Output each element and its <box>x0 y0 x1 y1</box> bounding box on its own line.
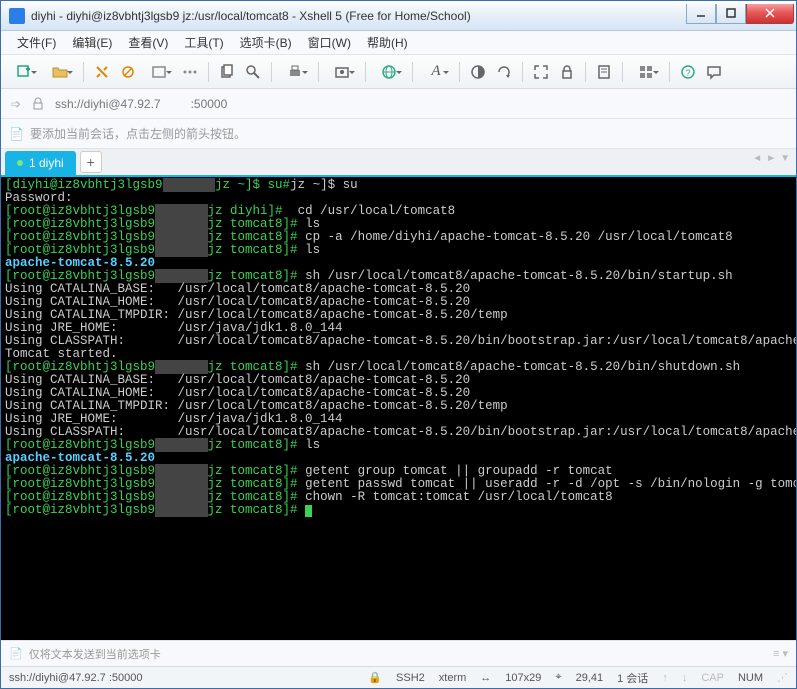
tab-prev-button[interactable]: ◄ <box>752 153 762 164</box>
globe-button[interactable] <box>372 60 406 84</box>
connect-button[interactable] <box>90 60 114 84</box>
address-input[interactable] <box>51 93 790 115</box>
compose-icon: 📄 <box>9 647 23 660</box>
properties-button[interactable] <box>178 60 202 84</box>
hint-bar: 📄 要添加当前会话，点击左侧的箭头按钮。 <box>1 119 796 149</box>
status-sessions: 1 会话 <box>617 670 648 686</box>
close-button[interactable] <box>746 4 794 24</box>
refresh-button[interactable] <box>492 60 516 84</box>
separator <box>412 62 413 82</box>
log-button[interactable] <box>592 60 616 84</box>
new-session-button[interactable] <box>7 60 41 84</box>
window-title: diyhi - diyhi@iz8vbhtj3lgsb9 jz:/usr/loc… <box>31 9 686 23</box>
help-button[interactable]: ? <box>676 60 700 84</box>
status-size-icon: ↔ <box>480 672 491 684</box>
color-scheme-button[interactable] <box>466 60 490 84</box>
menu-help[interactable]: 帮助(H) <box>361 32 414 53</box>
disconnect-button[interactable] <box>116 60 140 84</box>
resize-grip[interactable]: ⋰ <box>777 671 788 684</box>
menu-view[interactable]: 查看(V) <box>122 32 174 53</box>
new-tab-button[interactable]: + <box>80 151 102 173</box>
separator <box>459 62 460 82</box>
toolbar: A ? <box>1 55 796 89</box>
session-tab[interactable]: 1 diyhi <box>5 151 76 175</box>
copy-button[interactable] <box>215 60 239 84</box>
status-cursor: 29,41 <box>576 672 604 684</box>
menu-tabs[interactable]: 选项卡(B) <box>234 32 298 53</box>
tab-label: 1 diyhi <box>29 156 64 170</box>
status-connection: ssh://diyhi@47.92.7 :50000 <box>9 672 142 684</box>
hint-text: 要添加当前会话，点击左侧的箭头按钮。 <box>30 125 246 142</box>
status-up-icon: ↑ <box>662 672 668 684</box>
terminal[interactable]: [diyhi@iz8vbhtj3lgsb9 jz ~]$ su#jz ~]$ s… <box>1 177 796 640</box>
menu-edit[interactable]: 编辑(E) <box>66 32 118 53</box>
separator <box>83 62 84 82</box>
address-bar: ➩ <box>1 89 796 119</box>
compose-bar: 📄 仅将文本发送到当前选项卡 ≡ ▾ <box>1 640 796 666</box>
minimize-button[interactable] <box>686 4 716 24</box>
lock-button[interactable] <box>555 60 579 84</box>
separator <box>318 62 319 82</box>
menu-window[interactable]: 窗口(W) <box>302 32 357 53</box>
tab-list-button[interactable]: ▼ <box>780 153 790 164</box>
menubar: 文件(F) 编辑(E) 查看(V) 工具(T) 选项卡(B) 窗口(W) 帮助(… <box>1 31 796 55</box>
separator <box>365 62 366 82</box>
maximize-button[interactable] <box>716 4 746 24</box>
font-button[interactable]: A <box>419 60 453 84</box>
status-num: NUM <box>738 672 763 684</box>
compose-menu-button[interactable]: ≡ ▾ <box>773 647 788 660</box>
status-size: 107x29 <box>505 672 541 684</box>
status-lock-icon: 🔒 <box>368 671 382 684</box>
menu-file[interactable]: 文件(F) <box>11 32 62 53</box>
status-down-icon: ↓ <box>682 672 688 684</box>
print-button[interactable] <box>278 60 312 84</box>
separator <box>208 62 209 82</box>
fullscreen-button[interactable] <box>529 60 553 84</box>
status-dot-icon <box>17 160 23 166</box>
feedback-button[interactable] <box>702 60 726 84</box>
tab-bar: 1 diyhi + ◄ ► ▼ <box>1 149 796 177</box>
separator <box>522 62 523 82</box>
lock-icon <box>31 97 45 111</box>
find-button[interactable] <box>241 60 265 84</box>
status-term: xterm <box>439 672 467 684</box>
app-icon <box>9 8 25 24</box>
add-session-arrow[interactable]: ➩ <box>7 95 25 113</box>
open-button[interactable] <box>43 60 77 84</box>
window-controls <box>686 8 794 24</box>
reconnect-button[interactable] <box>142 60 176 84</box>
status-cursor-icon: ⌖ <box>555 671 561 684</box>
tab-nav: ◄ ► ▼ <box>752 153 790 164</box>
capture-button[interactable] <box>325 60 359 84</box>
menu-tools[interactable]: 工具(T) <box>178 32 229 53</box>
status-bar: ssh://diyhi@47.92.7 :50000 🔒 SSH2 xterm … <box>1 666 796 688</box>
separator <box>271 62 272 82</box>
separator <box>622 62 623 82</box>
hint-icon: 📄 <box>9 127 24 141</box>
status-protocol: SSH2 <box>396 672 425 684</box>
separator <box>585 62 586 82</box>
titlebar: diyhi - diyhi@iz8vbhtj3lgsb9 jz:/usr/loc… <box>1 1 796 31</box>
status-cap: CAP <box>701 672 724 684</box>
svg-text:?: ? <box>685 68 690 78</box>
tab-next-button[interactable]: ► <box>766 153 776 164</box>
tile-button[interactable] <box>629 60 663 84</box>
compose-text: 仅将文本发送到当前选项卡 <box>29 646 161 662</box>
separator <box>669 62 670 82</box>
